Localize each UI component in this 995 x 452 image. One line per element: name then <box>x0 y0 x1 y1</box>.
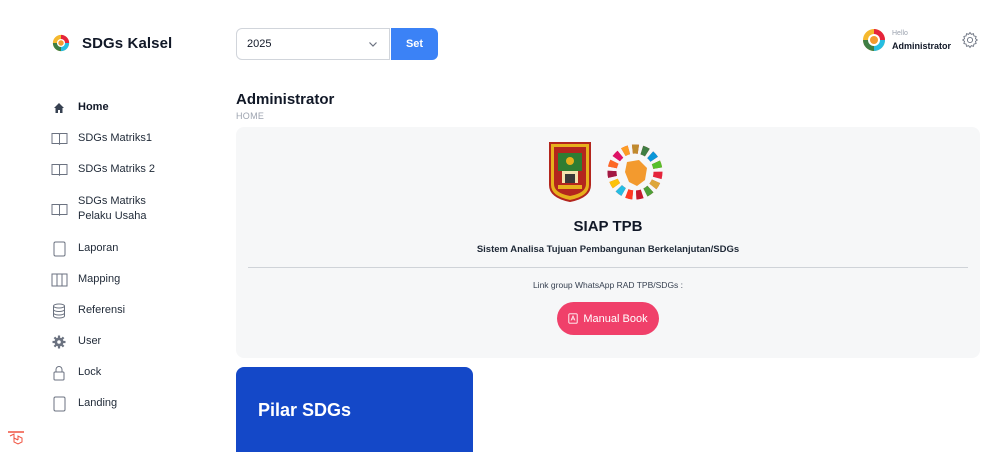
brand[interactable]: SDGs Kalsel <box>52 34 172 52</box>
book-open-icon <box>50 161 68 179</box>
manual-book-button[interactable]: Manual Book <box>557 302 659 335</box>
database-icon <box>50 302 68 320</box>
book-open-icon <box>50 200 68 218</box>
user-menu[interactable]: Hello Administrator <box>862 28 979 52</box>
sidebar-item-label: SDGs Matriks 2 <box>78 163 156 175</box>
brand-name: SDGs Kalsel <box>82 34 173 52</box>
sidebar-item-lock[interactable]: Lock <box>50 357 210 388</box>
pilar-title: Pilar SDGs <box>258 400 352 420</box>
gear-icon[interactable] <box>961 31 979 49</box>
sidebar-item-label: Lock <box>78 366 102 378</box>
user-greeting: Hello <box>892 30 908 37</box>
sidebar-item-label: SDGs Matriks1 <box>78 132 152 144</box>
app-subtitle: Sistem Analisa Tujuan Pembangunan Berkel… <box>476 244 740 255</box>
document-icon <box>50 240 68 258</box>
sidebar-item-label: Home <box>78 101 109 113</box>
pilar-sdgs-card[interactable]: Pilar SDGs <box>236 367 473 452</box>
sidebar-item-user[interactable]: User <box>50 326 210 357</box>
sdg-wheel-logo-icon <box>607 144 663 200</box>
sdg-wheel-icon <box>52 34 70 52</box>
sidebar-item-referensi[interactable]: Referensi <box>50 295 210 326</box>
columns-icon <box>50 271 68 289</box>
manual-book-label: Manual Book <box>583 312 648 325</box>
sidebar-item-label: Mapping <box>78 273 121 285</box>
user-text: Hello Administrator <box>892 29 951 51</box>
sidebar-item-label: SDGs Matriks Pelaku Usaha <box>78 195 147 222</box>
pdf-icon <box>568 313 579 324</box>
sidebar-item-label: Referensi <box>78 304 126 316</box>
set-button[interactable]: Set <box>391 28 438 60</box>
book-open-icon <box>50 130 68 148</box>
sidebar-item-label: Laporan <box>78 242 119 254</box>
app-name: SIAP TPB <box>573 218 643 235</box>
page-title: Administrator <box>236 91 335 108</box>
logos <box>548 141 664 203</box>
year-select-value: 2025 <box>247 38 272 50</box>
sidebar-item-laporan[interactable]: Laporan <box>50 233 210 264</box>
province-emblem-icon <box>549 142 591 203</box>
document-icon <box>50 395 68 413</box>
chevron-down-icon <box>369 42 377 47</box>
cog-icon <box>50 333 68 351</box>
breadcrumb[interactable]: HOME <box>236 111 264 121</box>
laravel-icon[interactable] <box>8 431 24 447</box>
sidebar-item-sdgs-matriks-2[interactable]: SDGs Matriks 2 <box>50 154 210 185</box>
welcome-card: SIAP TPB Sistem Analisa Tujuan Pembangun… <box>236 127 980 358</box>
user-name: Administrator <box>892 41 952 51</box>
sidebar-item-sdgs-matriks-pelaku-usaha[interactable]: SDGs Matriks Pelaku Usaha <box>50 185 210 233</box>
sidebar-item-landing[interactable]: Landing <box>50 388 210 419</box>
whatsapp-link-text[interactable]: Link group WhatsApp RAD TPB/SDGs : <box>236 280 980 290</box>
sidebar-item-home[interactable]: Home <box>50 92 210 123</box>
home-icon <box>50 99 68 117</box>
avatar <box>863 29 885 51</box>
sidebar-item-label: User <box>78 335 102 347</box>
sidebar: SDGs Kalsel Home SDGs Matriks1 SDGs Matr… <box>0 0 215 452</box>
sidebar-nav: Home SDGs Matriks1 SDGs Matriks 2 SDGs M… <box>50 92 210 419</box>
divider <box>248 267 968 268</box>
sidebar-item-mapping[interactable]: Mapping <box>50 264 210 295</box>
lock-icon <box>50 364 68 382</box>
sidebar-item-sdgs-matriks1[interactable]: SDGs Matriks1 <box>50 123 210 154</box>
sidebar-item-label: Landing <box>78 397 118 409</box>
year-select[interactable]: 2025 <box>236 28 390 60</box>
